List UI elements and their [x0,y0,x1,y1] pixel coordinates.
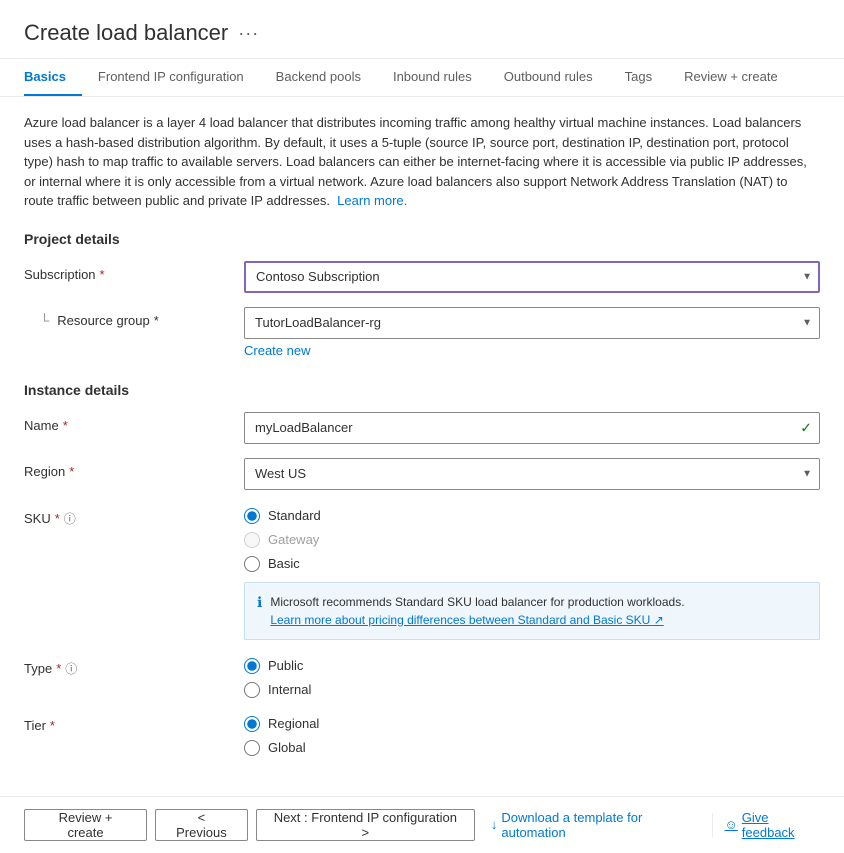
feedback-icon: ☺ [725,817,738,832]
sku-basic-label: Basic [268,556,300,571]
tab-backend-pools[interactable]: Backend pools [260,59,377,96]
sku-row: SKU * ⓘ Standard Gateway Basic [24,504,820,640]
name-select[interactable]: myLoadBalancer [244,412,820,444]
give-feedback-link[interactable]: ☺ Give feedback [725,810,821,840]
info-box-text: Microsoft recommends Standard SKU load b… [270,593,684,629]
tab-basics[interactable]: Basics [24,59,82,96]
region-select[interactable]: West US [244,458,820,490]
name-select-wrapper: myLoadBalancer ✓ [244,412,820,444]
sku-basic-option[interactable]: Basic [244,556,820,572]
type-internal-option[interactable]: Internal [244,682,820,698]
sku-info-icon[interactable]: ⓘ [64,510,76,527]
name-required: * [63,418,68,433]
info-box-icon: ℹ [257,594,262,611]
tier-global-radio[interactable] [244,740,260,756]
tier-field: Regional Global [244,712,820,756]
type-public-label: Public [268,658,303,673]
download-icon: ↓ [491,817,498,832]
project-details-title: Project details [24,231,820,247]
ellipsis-menu[interactable]: ··· [238,23,259,44]
footer-divider [712,813,713,837]
sku-radio-group: Standard Gateway Basic [244,504,820,572]
tier-regional-option[interactable]: Regional [244,716,820,732]
tab-tags[interactable]: Tags [609,59,668,96]
sku-standard-label: Standard [268,508,321,523]
instance-details-title: Instance details [24,382,820,398]
type-public-option[interactable]: Public [244,658,820,674]
subscription-row: Subscription * Contoso Subscription ▼ [24,261,820,293]
subscription-field: Contoso Subscription ▼ [244,261,820,293]
type-public-radio[interactable] [244,658,260,674]
footer: Review + create < Previous Next : Fronte… [0,796,844,853]
sku-basic-radio[interactable] [244,556,260,572]
region-required: * [69,464,74,479]
sku-standard-option[interactable]: Standard [244,508,820,524]
name-field: myLoadBalancer ✓ [244,412,820,444]
subscription-required: * [100,267,105,282]
resource-group-select[interactable]: TutorLoadBalancer-rg [244,307,820,339]
review-create-button[interactable]: Review + create [24,809,147,841]
tier-row: Tier * Regional Global [24,712,820,756]
type-required: * [56,661,61,676]
tier-required: * [50,718,55,733]
subscription-select-wrapper: Contoso Subscription ▼ [244,261,820,293]
resource-group-label: Resource group * [24,307,244,328]
name-label: Name * [24,412,244,433]
sku-pricing-link[interactable]: Learn more about pricing differences bet… [270,613,663,627]
tier-regional-radio[interactable] [244,716,260,732]
tier-regional-label: Regional [268,716,319,731]
region-label: Region * [24,458,244,479]
region-select-wrapper: West US ▼ [244,458,820,490]
sku-gateway-label: Gateway [268,532,319,547]
sku-gateway-option[interactable]: Gateway [244,532,820,548]
region-row: Region * West US ▼ [24,458,820,490]
sku-standard-radio[interactable] [244,508,260,524]
type-label: Type * ⓘ [24,654,244,677]
tier-global-label: Global [268,740,306,755]
nav-tabs: Basics Frontend IP configuration Backend… [0,59,844,97]
instance-details-section: Instance details Name * myLoadBalancer ✓… [24,382,820,756]
tab-inbound-rules[interactable]: Inbound rules [377,59,488,96]
resource-group-row: Resource group * TutorLoadBalancer-rg ▼ … [24,307,820,358]
create-new-link[interactable]: Create new [244,343,310,358]
type-internal-radio[interactable] [244,682,260,698]
previous-button[interactable]: < Previous [155,809,248,841]
resource-group-field: TutorLoadBalancer-rg ▼ Create new [244,307,820,358]
learn-more-link[interactable]: Learn more. [337,193,407,208]
subscription-label: Subscription * [24,261,244,282]
tier-label: Tier * [24,712,244,733]
sku-field: Standard Gateway Basic ℹ Microsoft recom… [244,504,820,640]
tab-review-create[interactable]: Review + create [668,59,794,96]
tier-global-option[interactable]: Global [244,740,820,756]
main-content: Azure load balancer is a layer 4 load ba… [0,97,844,796]
type-radio-group: Public Internal [244,654,820,698]
type-internal-label: Internal [268,682,311,697]
project-details-section: Project details Subscription * Contoso S… [24,231,820,358]
subscription-select[interactable]: Contoso Subscription [244,261,820,293]
page-title: Create load balancer [24,20,228,46]
sku-info-box: ℹ Microsoft recommends Standard SKU load… [244,582,820,640]
tab-outbound-rules[interactable]: Outbound rules [488,59,609,96]
sku-gateway-radio [244,532,260,548]
sku-label: SKU * ⓘ [24,504,244,527]
region-field: West US ▼ [244,458,820,490]
type-field: Public Internal [244,654,820,698]
name-row: Name * myLoadBalancer ✓ [24,412,820,444]
resource-group-select-wrapper: TutorLoadBalancer-rg ▼ [244,307,820,339]
download-link[interactable]: ↓ Download a template for automation [491,810,700,840]
tab-frontend-ip[interactable]: Frontend IP configuration [82,59,260,96]
description-text: Azure load balancer is a layer 4 load ba… [24,113,820,211]
page-header: Create load balancer ··· [0,0,844,59]
resource-group-required: * [154,313,159,328]
type-info-icon[interactable]: ⓘ [65,660,77,677]
sku-required: * [55,511,60,526]
next-button[interactable]: Next : Frontend IP configuration > [256,809,475,841]
type-row: Type * ⓘ Public Internal [24,654,820,698]
tier-radio-group: Regional Global [244,712,820,756]
name-valid-icon: ✓ [800,419,812,436]
